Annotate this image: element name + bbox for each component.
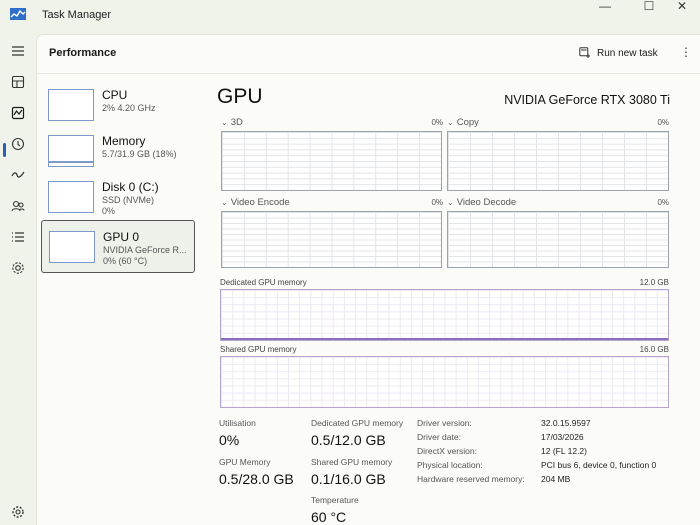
device-usage: 0% [102,206,116,216]
chevron-down-icon: ⌄ [447,118,454,127]
settings-icon[interactable] [6,500,30,524]
window-title: Task Manager [42,9,112,21]
chevron-down-icon: ⌄ [221,118,228,127]
performance-icon[interactable] [6,101,30,125]
device-usage: 0% (60 °C) [103,256,148,266]
dedicated-gpu-memory-value: 0.5/12.0 GB [311,432,386,448]
engine-pct-copy: 0% [657,118,669,127]
directx-version-key: DirectX version: [417,446,477,456]
driver-version-value: 32.0.15.9597 [541,418,591,428]
chevron-down-icon: ⌄ [221,198,228,207]
minimize-button[interactable]: — [587,0,623,14]
app-history-icon[interactable] [6,132,30,156]
shared-memory-graph [220,356,669,408]
dedicated-memory-max: 12.0 GB [639,278,669,287]
physical-location-key: Physical location: [417,460,483,470]
graph-video-decode [447,211,669,268]
device-memory[interactable]: Memory 5.7/31.9 GB (18%) [41,125,195,175]
main-panel: Performance Run new task ⋮ CPU 2% 4.20 G… [36,34,700,525]
dedicated-memory-fill [221,338,668,340]
run-new-task-button[interactable]: Run new task [579,44,658,62]
hardware-reserved-memory-key: Hardware reserved memory: [417,474,525,484]
graph-video-encode [221,211,442,268]
engine-selector-copy[interactable]: ⌄ Copy [447,117,479,128]
dedicated-memory-label: Dedicated GPU memory [220,278,307,287]
device-name: GPU 0 [103,230,140,244]
gpu-memory-label: GPU Memory [219,457,271,467]
utilisation-value: 0% [219,432,240,448]
header-divider [37,73,700,74]
users-icon[interactable] [6,194,30,218]
engine-selector-video-decode[interactable]: ⌄ Video Decode [447,197,516,208]
device-detail: 2% 4.20 GHz [102,103,156,113]
device-gpu[interactable]: GPU 0 NVIDIA GeForce R... 0% (60 °C) [41,220,195,273]
task-manager-icon [10,8,26,20]
temperature-value: 60 °C [311,509,347,525]
driver-version-key: Driver version: [417,418,472,428]
page-title: Performance [49,47,117,59]
temperature-label: Temperature [311,495,359,505]
dedicated-gpu-memory-label: Dedicated GPU memory [311,418,404,428]
graph-copy [447,131,669,191]
close-button[interactable]: ✕ [664,0,700,14]
driver-date-value: 17/03/2026 [541,432,584,442]
device-detail: 5.7/31.9 GB (18%) [102,149,177,159]
dedicated-memory-graph [220,289,669,341]
chevron-down-icon: ⌄ [447,198,454,207]
more-options-button[interactable]: ⋮ [677,43,695,61]
services-icon[interactable] [6,256,30,280]
engine-pct-3d: 0% [431,118,443,127]
engine-pct-video-encode: 0% [431,198,443,207]
memory-thumbnail-graph [48,135,94,167]
shared-gpu-memory-label: Shared GPU memory [311,457,393,467]
engine-pct-video-decode: 0% [657,198,669,207]
engine-selector-3d[interactable]: ⌄ 3D [221,117,243,128]
gpu-model: NVIDIA GeForce RTX 3080 Ti [504,93,670,107]
graph-3d [221,131,442,191]
device-cpu[interactable]: CPU 2% 4.20 GHz [41,79,195,129]
detail-title: GPU [217,85,263,108]
physical-location-value: PCI bus 6, device 0, function 0 [541,460,657,470]
details-icon[interactable] [6,225,30,249]
device-name: CPU [102,88,128,102]
hardware-reserved-memory-value: 204 MB [541,474,571,484]
memory-usage-line [49,161,93,163]
shared-gpu-memory-value: 0.1/16.0 GB [311,471,386,487]
driver-date-key: Driver date: [417,432,461,442]
device-detail: SSD (NVMe) [102,195,155,205]
disk-thumbnail-graph [48,181,94,213]
gpu-thumbnail-graph [49,231,95,263]
shared-memory-max: 16.0 GB [639,345,669,354]
nav-rail [0,36,36,525]
utilisation-label: Utilisation [219,418,256,428]
shared-memory-label: Shared GPU memory [220,345,297,354]
processes-icon[interactable] [6,70,30,94]
hamburger-icon[interactable] [6,39,30,63]
device-name: Disk 0 (C:) [102,180,159,194]
run-new-task-label: Run new task [597,47,658,59]
maximize-button[interactable]: ☐ [631,0,667,14]
run-task-icon [579,47,590,58]
directx-version-value: 12 (FL 12.2) [541,446,587,456]
title-bar: Task Manager — ☐ ✕ [0,0,700,32]
startup-apps-icon[interactable] [6,163,30,187]
device-detail: NVIDIA GeForce R... [103,245,187,255]
engine-selector-video-encode[interactable]: ⌄ Video Encode [221,197,290,208]
cpu-thumbnail-graph [48,89,94,121]
device-disk[interactable]: Disk 0 (C:) SSD (NVMe) 0% [41,171,195,221]
device-name: Memory [102,134,146,148]
gpu-memory-value: 0.5/28.0 GB [219,471,294,487]
